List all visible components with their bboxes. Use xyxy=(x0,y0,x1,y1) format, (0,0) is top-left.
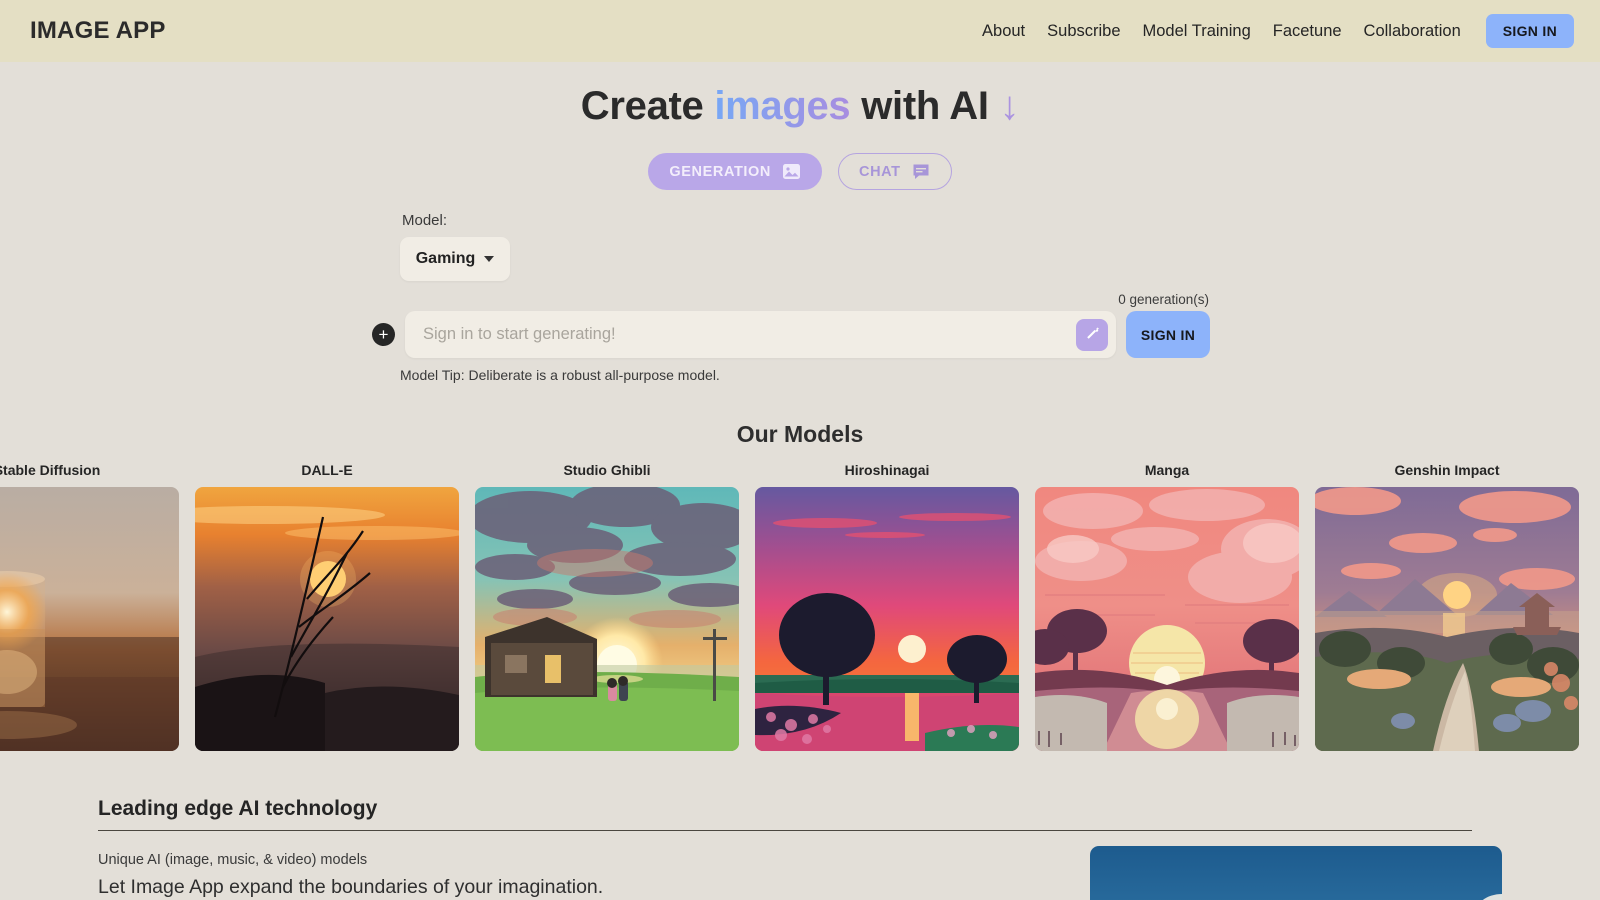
model-card[interactable]: Manga xyxy=(1035,462,1299,751)
model-tip: Model Tip: Deliberate is a robust all-pu… xyxy=(400,367,1210,383)
model-card-thumbnail[interactable] xyxy=(195,487,459,751)
model-card-thumbnail[interactable] xyxy=(0,487,179,751)
tab-chat[interactable]: CHAT xyxy=(838,153,952,190)
nav-link-model-training[interactable]: Model Training xyxy=(1143,22,1251,41)
brand-logo: IMAGE APP xyxy=(30,17,166,45)
title-highlight: images xyxy=(714,84,850,128)
nav-link-facetune[interactable]: Facetune xyxy=(1273,22,1342,41)
prompt-input[interactable] xyxy=(423,325,1076,344)
hero-section: Create images with AI ↓ GENERATION CHAT xyxy=(0,62,1600,190)
tab-chat-label: CHAT xyxy=(859,164,901,180)
magic-wand-button[interactable] xyxy=(1076,319,1108,351)
magic-wand-icon xyxy=(1084,325,1101,345)
app-header: IMAGE APP About Subscribe Model Training… xyxy=(0,0,1600,62)
models-carousel[interactable]: Stable Diffusion xyxy=(0,462,1600,751)
model-label: Model: xyxy=(402,212,1210,229)
mode-tabs: GENERATION CHAT xyxy=(0,153,1600,190)
main-navigation: About Subscribe Model Training Facetune … xyxy=(982,14,1574,48)
model-card-thumbnail[interactable] xyxy=(1315,487,1579,751)
model-card-label: Manga xyxy=(1035,462,1299,478)
model-card[interactable]: Hiroshinagai xyxy=(755,462,1019,751)
header-signin-button[interactable]: SIGN IN xyxy=(1486,14,1574,48)
model-card-label: Genshin Impact xyxy=(1315,462,1579,478)
models-section-heading: Our Models xyxy=(0,421,1600,448)
feature-title: Leading edge AI technology xyxy=(98,797,1472,831)
title-text-before: Create xyxy=(581,84,715,128)
generator-signin-button[interactable]: SIGN IN xyxy=(1126,311,1210,358)
generation-count: 0 generation(s) xyxy=(400,292,1210,307)
prompt-row: + SIGN IN xyxy=(400,311,1210,358)
tab-generation-label: GENERATION xyxy=(669,164,771,180)
model-card-thumbnail[interactable] xyxy=(475,487,739,751)
image-icon xyxy=(782,163,801,180)
model-card-thumbnail[interactable] xyxy=(1035,487,1299,751)
model-card-thumbnail[interactable] xyxy=(755,487,1019,751)
feature-body: Let Image App expand the boundaries of y… xyxy=(98,874,618,900)
prompt-box xyxy=(405,311,1116,358)
plus-icon[interactable]: + xyxy=(372,323,395,346)
tab-generation[interactable]: GENERATION xyxy=(648,153,822,190)
nav-link-subscribe[interactable]: Subscribe xyxy=(1047,22,1120,41)
generator-panel: Model: Gaming 0 generation(s) + SIGN IN … xyxy=(390,212,1210,383)
model-dropdown-value: Gaming xyxy=(416,250,476,268)
page-title: Create images with AI ↓ xyxy=(0,84,1600,129)
model-card-label: Stable Diffusion xyxy=(0,462,179,478)
model-card-label: DALL-E xyxy=(195,462,459,478)
nav-link-collaboration[interactable]: Collaboration xyxy=(1364,22,1461,41)
feature-image xyxy=(1090,846,1502,900)
chat-icon xyxy=(912,163,931,180)
model-card[interactable]: Studio Ghibli xyxy=(475,462,739,751)
model-card-label: Hiroshinagai xyxy=(755,462,1019,478)
title-text-after: with AI xyxy=(850,84,999,128)
chevron-down-icon xyxy=(484,256,494,262)
model-card[interactable]: DALL-E xyxy=(195,462,459,751)
model-card-label: Studio Ghibli xyxy=(475,462,739,478)
model-card[interactable]: Genshin Impact xyxy=(1315,462,1579,751)
feature-section: Leading edge AI technology Unique AI (im… xyxy=(0,797,1600,900)
model-dropdown[interactable]: Gaming xyxy=(400,237,510,281)
arrow-down-icon: ↓ xyxy=(1000,84,1020,128)
model-card[interactable]: Stable Diffusion xyxy=(0,462,179,751)
nav-link-about[interactable]: About xyxy=(982,22,1025,41)
